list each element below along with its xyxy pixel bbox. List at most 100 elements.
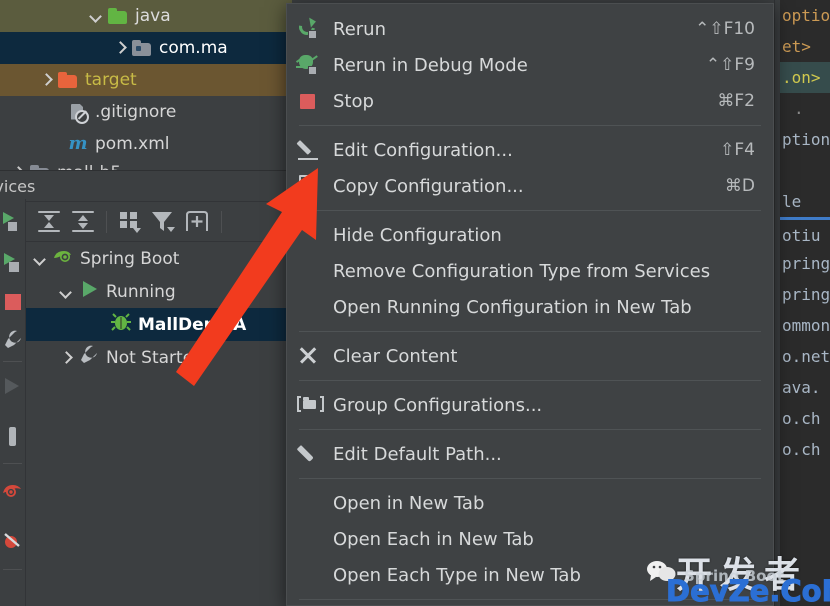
tree-item-label: mall-b5 bbox=[57, 163, 121, 170]
services-tree[interactable]: Spring Boot Running MallDemoA Not Starte… bbox=[26, 242, 292, 606]
services-node-label: Not Started bbox=[106, 347, 204, 368]
tree-item-label: target bbox=[85, 70, 137, 90]
spring-leaf-glyph bbox=[54, 251, 71, 262]
add-tab-glyph bbox=[186, 210, 208, 231]
code-line: ption bbox=[782, 130, 830, 149]
services-node-label: Running bbox=[106, 281, 176, 302]
wrench-icon[interactable] bbox=[2, 329, 24, 351]
menu-item-shortcut: ⌃⇧F10 bbox=[695, 19, 755, 39]
tree-item-label: com.ma bbox=[159, 38, 228, 58]
filter-icon[interactable] bbox=[147, 207, 181, 237]
tree-row-com-ma[interactable]: com.ma bbox=[0, 32, 292, 64]
stop-icon bbox=[297, 89, 327, 113]
rerun-icon bbox=[295, 15, 327, 41]
services-tab[interactable]: ervices bbox=[0, 170, 292, 202]
chevron-right-icon[interactable] bbox=[58, 350, 74, 366]
services-node-malldemo[interactable]: MallDemoA bbox=[26, 308, 292, 341]
run-play-icon bbox=[78, 278, 100, 305]
services-toolbar bbox=[26, 202, 292, 242]
services-node-not-started[interactable]: Not Started bbox=[26, 341, 292, 374]
menu-item-clear-content[interactable]: Clear Content bbox=[287, 338, 773, 374]
strip-divider bbox=[3, 463, 22, 464]
tree-item-label: .gitignore bbox=[95, 102, 177, 122]
pin-icon[interactable] bbox=[2, 425, 24, 447]
collapse-all-icon[interactable] bbox=[66, 207, 100, 237]
menu-item-open-each-in-new-tab[interactable]: Open Each in New Tab bbox=[287, 521, 773, 557]
menu-item-shortcut: ⌃⇧F9 bbox=[705, 55, 755, 75]
filter-glyph bbox=[152, 211, 172, 231]
menu-item-open-in-new-tab[interactable]: Open in New Tab bbox=[287, 485, 773, 521]
menu-separator bbox=[299, 210, 761, 211]
run-configuration-context-menu[interactable]: Rerun ⌃⇧F10 Rerun in Debug Mode ⌃⇧F9 Sto… bbox=[286, 3, 774, 606]
spring-icon[interactable] bbox=[2, 479, 24, 501]
chevron-down-icon[interactable] bbox=[88, 8, 104, 24]
menu-item-label: Remove Configuration Type from Services bbox=[333, 260, 711, 282]
menu-item-label: Edit Default Path... bbox=[333, 443, 502, 465]
chevron-right-icon[interactable] bbox=[38, 72, 54, 88]
spring-run-glyph bbox=[4, 533, 20, 548]
debug-glyph bbox=[4, 253, 19, 272]
menu-separator bbox=[299, 125, 761, 126]
menu-item-copy-configuration[interactable]: Copy Configuration... ⌘D bbox=[287, 168, 773, 204]
expand-all-icon[interactable] bbox=[32, 207, 66, 237]
wrench-glyph bbox=[81, 345, 97, 363]
no-icon-spacer bbox=[297, 563, 327, 587]
menu-item-remove-configuration-type[interactable]: Remove Configuration Type from Services bbox=[287, 253, 773, 289]
project-tool-window[interactable]: java com.ma target .gitignore m pom.xml … bbox=[0, 0, 292, 170]
menu-item-label: Hide Configuration bbox=[333, 224, 502, 246]
toolbar-divider bbox=[221, 210, 222, 233]
chevron-right-icon[interactable] bbox=[112, 40, 128, 56]
tree-row-pom-xml[interactable]: m pom.xml bbox=[0, 128, 292, 160]
code-line: ava. bbox=[782, 378, 821, 397]
menu-item-label: Copy Configuration... bbox=[333, 175, 524, 197]
no-icon-spacer bbox=[297, 295, 327, 319]
tree-row-target[interactable]: target bbox=[0, 64, 292, 96]
spring-run-icon[interactable] bbox=[2, 529, 24, 551]
menu-item-group-configurations[interactable]: Group Configurations... bbox=[287, 387, 773, 423]
services-tool-window: ervices bbox=[0, 170, 292, 606]
menu-item-open-running-configuration-new-tab[interactable]: Open Running Configuration in New Tab bbox=[287, 289, 773, 325]
source-folder-icon bbox=[132, 40, 152, 56]
chevron-down-icon[interactable] bbox=[58, 284, 74, 300]
code-line: .on> bbox=[780, 62, 830, 93]
menu-item-hide-configuration[interactable]: Hide Configuration bbox=[287, 217, 773, 253]
rerun-debug-icon bbox=[295, 53, 327, 77]
strip-divider bbox=[3, 569, 22, 570]
wrench-icon bbox=[78, 344, 100, 371]
services-node-spring-boot[interactable]: Spring Boot bbox=[26, 242, 292, 275]
menu-separator bbox=[299, 429, 761, 430]
menu-item-edit-default-path[interactable]: Edit Default Path... bbox=[287, 436, 773, 472]
no-icon-spacer bbox=[297, 527, 327, 551]
add-tab-icon[interactable] bbox=[181, 207, 215, 237]
code-line: optio bbox=[782, 6, 830, 25]
tree-row-mall-b5[interactable]: mall-b5 bbox=[0, 160, 292, 170]
run-icon[interactable] bbox=[2, 211, 24, 233]
menu-item-shortcut: ⇧F4 bbox=[720, 140, 755, 160]
strip-divider bbox=[3, 361, 22, 362]
menu-item-label: Stop bbox=[333, 90, 374, 112]
code-editor[interactable]: optio et> .on> . ption le otiu pring pri… bbox=[780, 0, 830, 606]
services-node-running[interactable]: Running bbox=[26, 275, 292, 308]
menu-item-stop[interactable]: Stop ⌘F2 bbox=[287, 83, 773, 119]
menu-item-label: Clear Content bbox=[333, 345, 458, 367]
edit-pencil-icon bbox=[296, 138, 327, 162]
stop-icon[interactable] bbox=[2, 291, 24, 313]
menu-item-label: Open Running Configuration in New Tab bbox=[333, 296, 692, 318]
menu-item-open-each-type-in-new-tab[interactable]: Open Each Type in New Tab bbox=[287, 557, 773, 593]
tree-row-java[interactable]: java bbox=[0, 0, 292, 32]
menu-item-rerun-in-debug-mode[interactable]: Rerun in Debug Mode ⌃⇧F9 bbox=[287, 47, 773, 83]
clear-x-icon bbox=[297, 344, 327, 368]
tree-row-gitignore[interactable]: .gitignore bbox=[0, 96, 292, 128]
menu-item-rerun[interactable]: Rerun ⌃⇧F10 bbox=[287, 11, 773, 47]
group-by-icon[interactable] bbox=[113, 207, 147, 237]
collapse-arrow-icon[interactable] bbox=[2, 375, 24, 397]
folder-orange-icon bbox=[58, 72, 78, 88]
debug-icon[interactable] bbox=[2, 251, 24, 273]
folder-green-icon bbox=[108, 8, 128, 24]
menu-item-edit-configuration[interactable]: Edit Configuration... ⇧F4 bbox=[287, 132, 773, 168]
menu-separator bbox=[299, 478, 761, 479]
no-icon-spacer bbox=[297, 259, 327, 283]
menu-item-shortcut: ⌘D bbox=[724, 176, 755, 196]
chevron-down-icon[interactable] bbox=[32, 251, 48, 267]
